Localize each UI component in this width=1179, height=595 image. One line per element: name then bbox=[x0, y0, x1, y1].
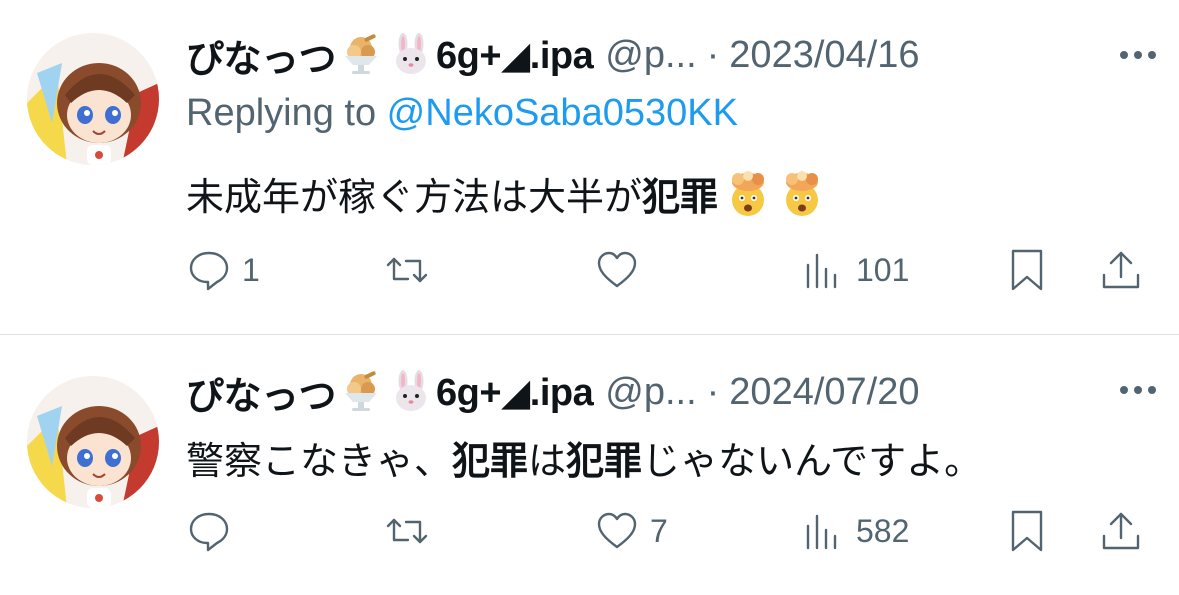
tweet-header: ぴなっつ bbox=[186, 28, 919, 83]
ice-cream-emoji bbox=[345, 34, 378, 74]
tweet-1[interactable]: ぴなっつ 6g+◢.ipa @p... · 2023/04/16 Replyin… bbox=[0, 0, 1179, 334]
speech-bubble-icon bbox=[189, 512, 229, 552]
separator-dot: · bbox=[706, 370, 720, 413]
replying-to: Replying to @NekoSaba0530KK bbox=[186, 92, 738, 135]
text-part: 警察こなきゃ、 bbox=[186, 441, 453, 483]
separator-dot: · bbox=[706, 33, 720, 76]
display-name[interactable]: ぴなっつ 6g+◢.ipa bbox=[186, 28, 594, 83]
bookmark-button[interactable] bbox=[1004, 503, 1050, 559]
retweet-icon bbox=[386, 257, 428, 283]
tweet-actions: 7 582 bbox=[186, 503, 1179, 559]
reply-count: 1 bbox=[242, 251, 260, 288]
avatar[interactable] bbox=[27, 376, 159, 508]
ice-cream-emoji bbox=[345, 371, 378, 411]
reply-button[interactable]: 1 bbox=[186, 242, 260, 298]
share-upload-icon bbox=[1102, 512, 1140, 550]
handle[interactable]: @p... bbox=[605, 371, 696, 414]
tweet-2[interactable]: ぴなっつ 6g+◢.ipa @p... · 2024/07/20 警察こなきゃ、… bbox=[0, 335, 1179, 595]
text-part: じゃないんですよ。 bbox=[642, 441, 983, 483]
tweet-date[interactable]: 2023/04/16 bbox=[729, 34, 919, 77]
display-name[interactable]: ぴなっつ 6g+◢.ipa bbox=[186, 365, 594, 420]
bookmark-button[interactable] bbox=[1004, 242, 1050, 298]
bar-chart-icon bbox=[806, 514, 837, 550]
reply-button[interactable] bbox=[186, 503, 242, 559]
replying-prefix: Replying to bbox=[186, 92, 387, 134]
text-part-bold: 犯罪 bbox=[642, 177, 719, 219]
more-dots-icon[interactable] bbox=[1115, 32, 1161, 78]
exploding-head-emoji bbox=[786, 170, 819, 216]
avatar[interactable] bbox=[27, 33, 159, 165]
text-part-bold: 犯罪 bbox=[452, 441, 529, 483]
retweet-button[interactable] bbox=[384, 503, 430, 559]
share-upload-icon bbox=[1102, 251, 1140, 289]
views-count: 101 bbox=[856, 251, 910, 288]
bookmark-icon bbox=[1011, 510, 1043, 552]
tweet-date[interactable]: 2024/07/20 bbox=[729, 371, 919, 414]
views-button[interactable]: 101 bbox=[800, 242, 909, 298]
rabbit-face-emoji bbox=[396, 370, 427, 411]
like-count: 7 bbox=[650, 512, 668, 549]
retweet-icon bbox=[386, 518, 428, 544]
heart-icon bbox=[597, 251, 637, 288]
reply-mention-link[interactable]: @NekoSaba0530KK bbox=[387, 92, 738, 134]
speech-bubble-icon bbox=[189, 251, 229, 291]
tweet-text: 未成年が稼ぐ方法は大半が 犯罪 bbox=[186, 166, 826, 221]
like-button[interactable] bbox=[594, 242, 650, 298]
retweet-button[interactable] bbox=[384, 242, 430, 298]
handle[interactable]: @p... bbox=[605, 34, 696, 77]
views-button[interactable]: 582 bbox=[800, 503, 909, 559]
text-part: 未成年が稼ぐ方法は大半が bbox=[186, 177, 643, 219]
share-button[interactable] bbox=[1098, 242, 1144, 298]
exploding-head-emoji bbox=[732, 170, 765, 216]
text-part-bold: 犯罪 bbox=[566, 441, 643, 483]
more-dots-icon[interactable] bbox=[1115, 367, 1161, 413]
text-part: は bbox=[528, 441, 567, 483]
bookmark-icon bbox=[1011, 249, 1043, 291]
tweet-actions: 1 101 bbox=[186, 242, 1179, 298]
views-count: 582 bbox=[856, 512, 910, 549]
heart-icon bbox=[597, 512, 637, 549]
share-button[interactable] bbox=[1098, 503, 1144, 559]
bar-chart-icon bbox=[806, 253, 837, 289]
tweet-header: ぴなっつ bbox=[186, 365, 919, 420]
like-button[interactable]: 7 bbox=[594, 503, 668, 559]
tweet-text: 警察こなきゃ、 犯罪は犯罪 じゃないんですよ。 bbox=[186, 430, 982, 485]
rabbit-face-emoji bbox=[396, 33, 427, 74]
